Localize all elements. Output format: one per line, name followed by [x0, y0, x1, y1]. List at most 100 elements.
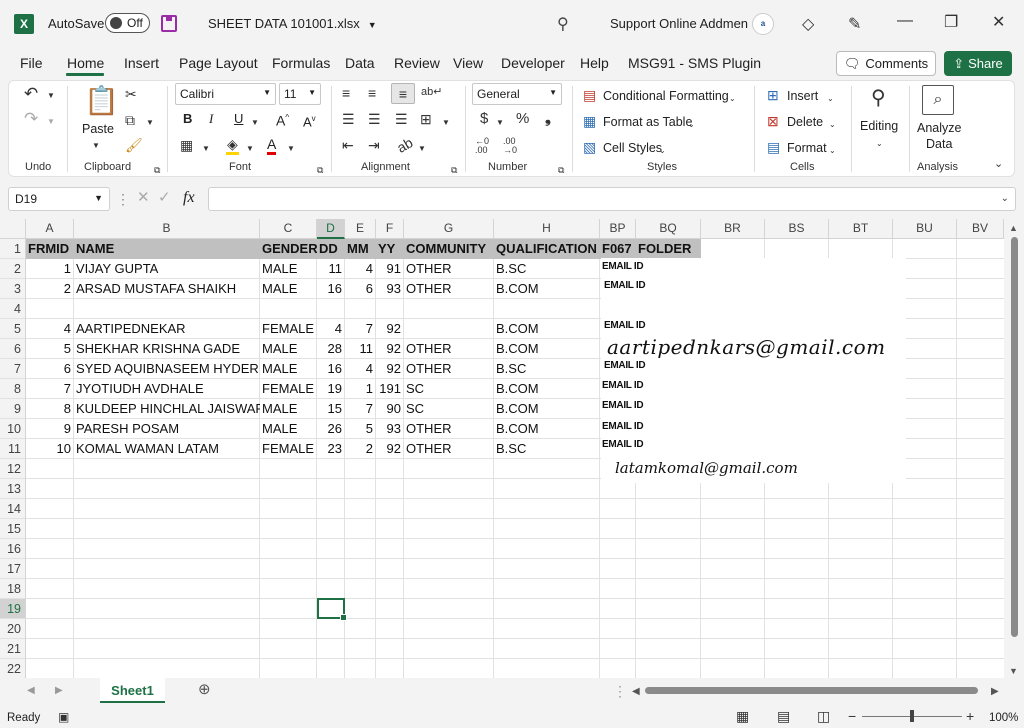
- cell-mm[interactable]: 5: [345, 419, 375, 439]
- format-painter-icon[interactable]: 🖌: [125, 137, 143, 153]
- add-sheet-icon[interactable]: ⊕: [198, 682, 211, 698]
- decrease-decimal-icon[interactable]: .00 →0: [503, 137, 517, 155]
- column-header-br[interactable]: BR: [701, 219, 765, 239]
- vertical-scrollbar[interactable]: ▲ ▼: [1004, 219, 1024, 678]
- dialog-launcher-icon[interactable]: ⧉: [451, 162, 457, 178]
- cell-yy[interactable]: 92: [376, 319, 403, 339]
- cell-qualification[interactable]: B.SC: [494, 259, 600, 279]
- column-header-d[interactable]: D: [317, 219, 345, 239]
- cell-qualification[interactable]: B.SC: [494, 359, 600, 379]
- page-break-view-icon[interactable]: ◫: [817, 708, 830, 724]
- header-cell-name[interactable]: NAME: [74, 239, 260, 259]
- cell-dd[interactable]: 19: [317, 379, 344, 399]
- cell-frmid[interactable]: 1: [26, 259, 73, 279]
- merge-center-icon[interactable]: ⊞: [420, 111, 432, 127]
- header-cell-dd[interactable]: DD: [317, 239, 345, 259]
- cell-community[interactable]: OTHER: [404, 419, 494, 439]
- column-header-a[interactable]: A: [26, 219, 74, 239]
- cell-dd[interactable]: 26: [317, 419, 344, 439]
- cell-yy[interactable]: 91: [376, 259, 403, 279]
- cell-frmid[interactable]: 8: [26, 399, 73, 419]
- fill-color-icon[interactable]: ◈: [226, 136, 239, 155]
- cell-name[interactable]: PARESH POSAM: [74, 419, 260, 439]
- cell-community[interactable]: SC: [404, 379, 494, 399]
- row-header[interactable]: 20: [0, 619, 26, 639]
- column-header-f[interactable]: F: [376, 219, 404, 239]
- dialog-launcher-icon[interactable]: ⧉: [154, 162, 160, 178]
- dialog-launcher-icon[interactable]: ⧉: [317, 162, 323, 178]
- next-sheet-icon[interactable]: ▶: [55, 683, 63, 699]
- column-header-g[interactable]: G: [404, 219, 494, 239]
- cut-icon[interactable]: ✂: [125, 86, 137, 102]
- pen-icon[interactable]: ✎: [848, 14, 861, 34]
- redo-icon[interactable]: ↷: [24, 110, 38, 127]
- autosave-toggle[interactable]: Off: [105, 13, 150, 33]
- font-name-dropdown[interactable]: Calibri ▼: [175, 83, 276, 105]
- cell-yy[interactable]: 92: [376, 339, 403, 359]
- row-header[interactable]: 21: [0, 639, 26, 659]
- cell-yy[interactable]: 93: [376, 419, 403, 439]
- cell-gender[interactable]: FEMALE: [260, 379, 317, 399]
- cell-qualification[interactable]: B.COM: [494, 339, 600, 359]
- sheet-tab-sheet1[interactable]: Sheet1: [100, 678, 165, 703]
- row-header[interactable]: 16: [0, 539, 26, 559]
- cell-dd[interactable]: 4: [317, 319, 344, 339]
- cell-frmid[interactable]: 9: [26, 419, 73, 439]
- cell-frmid[interactable]: 4: [26, 319, 73, 339]
- cell-community[interactable]: OTHER: [404, 359, 494, 379]
- cell-community[interactable]: OTHER: [404, 259, 494, 279]
- zoom-slider-thumb[interactable]: [910, 710, 914, 722]
- tab-developer[interactable]: Developer: [501, 55, 565, 71]
- tab-msg91[interactable]: MSG91 - SMS Plugin: [628, 55, 761, 71]
- cell-mm[interactable]: 6: [345, 279, 375, 299]
- chevron-down-icon[interactable]: ▼: [146, 115, 154, 131]
- currency-icon[interactable]: $: [480, 111, 488, 127]
- decrease-indent-icon[interactable]: ⇤: [342, 137, 354, 153]
- dialog-launcher-icon[interactable]: ⧉: [558, 162, 564, 178]
- row-header[interactable]: 14: [0, 499, 26, 519]
- cell-name[interactable]: ARSAD MUSTAFA SHAIKH: [74, 279, 260, 299]
- tab-home[interactable]: Home: [67, 55, 104, 71]
- row-header[interactable]: 19: [0, 599, 26, 619]
- zoom-in-icon[interactable]: +: [966, 708, 974, 724]
- scrollbar-thumb[interactable]: [1011, 237, 1018, 637]
- chevron-down-icon[interactable]: ▼: [251, 115, 259, 131]
- chevron-down-icon[interactable]: ⌄: [1001, 193, 1009, 204]
- search-icon[interactable]: ⚲: [557, 14, 569, 34]
- worksheet-grid[interactable]: A B C D E F G H BP BQ BR BS BT BU BV 1 2…: [0, 219, 1024, 678]
- row-header[interactable]: 9: [0, 399, 26, 419]
- cell-name[interactable]: KOMAL WAMAN LATAM: [74, 439, 260, 459]
- restore-icon[interactable]: ❐: [944, 12, 958, 32]
- cell-gender[interactable]: FEMALE: [260, 319, 317, 339]
- cell-name[interactable]: VIJAY GUPTA: [74, 259, 260, 279]
- chevron-down-icon[interactable]: ▼: [47, 114, 55, 130]
- row-header[interactable]: 7: [0, 359, 26, 379]
- file-title[interactable]: SHEET DATA 101001.xlsx ▼: [208, 16, 377, 31]
- header-cell-qualification[interactable]: QUALIFICATION: [494, 239, 600, 259]
- row-header[interactable]: 8: [0, 379, 26, 399]
- cell-frmid[interactable]: 7: [26, 379, 73, 399]
- scroll-down-icon[interactable]: ▼: [1009, 666, 1018, 676]
- row-header[interactable]: 22: [0, 659, 26, 678]
- row-header[interactable]: 6: [0, 339, 26, 359]
- tab-review[interactable]: Review: [394, 55, 440, 71]
- cell-dd[interactable]: 16: [317, 279, 344, 299]
- collapse-ribbon-icon[interactable]: ⌄: [994, 156, 1003, 172]
- selected-cell[interactable]: [317, 598, 347, 621]
- cell-name[interactable]: JYOTIUDH AVDHALE: [74, 379, 260, 399]
- column-header-bu[interactable]: BU: [893, 219, 957, 239]
- column-header-bv[interactable]: BV: [957, 219, 1004, 239]
- tab-page-layout[interactable]: Page Layout: [179, 55, 258, 71]
- align-left-icon[interactable]: ☰: [342, 111, 355, 127]
- tab-view[interactable]: View: [453, 55, 483, 71]
- cell-gender[interactable]: MALE: [260, 399, 317, 419]
- column-header-c[interactable]: C: [260, 219, 317, 239]
- cell-community[interactable]: [404, 319, 494, 339]
- tab-insert[interactable]: Insert: [124, 55, 159, 71]
- align-middle-icon[interactable]: ≡: [368, 85, 376, 101]
- share-button[interactable]: ⇪ Share: [944, 51, 1012, 76]
- cell-dd[interactable]: 16: [317, 359, 344, 379]
- column-header-bq[interactable]: BQ: [636, 219, 701, 239]
- chevron-down-icon[interactable]: ▼: [246, 141, 254, 157]
- decrease-font-icon[interactable]: Av: [303, 111, 316, 130]
